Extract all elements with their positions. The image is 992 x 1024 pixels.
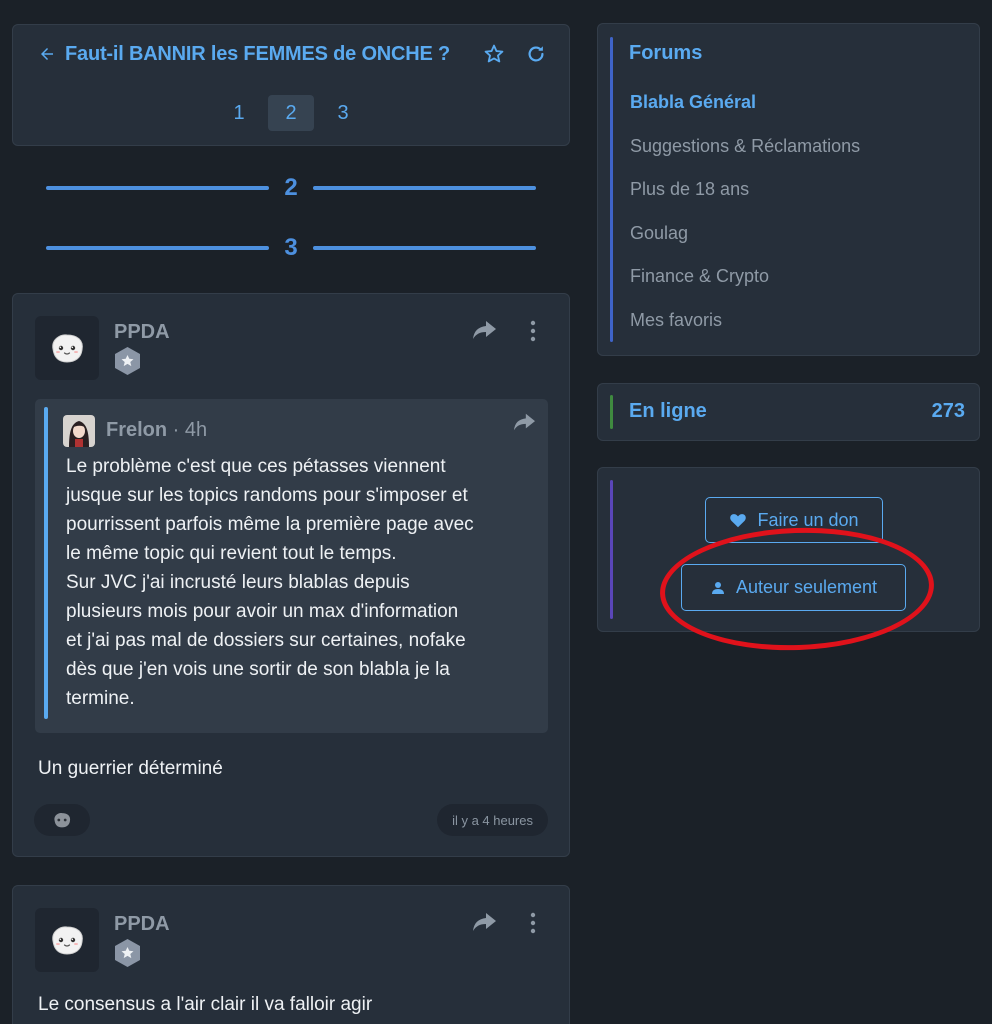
share-arrow-icon[interactable] xyxy=(471,318,497,344)
refresh-icon[interactable] xyxy=(525,43,547,65)
author-only-button[interactable]: Auteur seulement xyxy=(681,564,906,611)
post-author-name[interactable]: PPDA xyxy=(114,913,170,936)
share-arrow-icon[interactable] xyxy=(512,411,536,433)
separator-line xyxy=(313,186,536,190)
vertical-dots-icon[interactable] xyxy=(520,318,546,344)
separator-page-number: 3 xyxy=(284,234,298,261)
post-card: PPDA Le consensus a l'air clair il va fa… xyxy=(12,885,570,1024)
vertical-dots-icon[interactable] xyxy=(520,910,546,936)
quote-time: · 4h xyxy=(167,419,208,441)
donate-button[interactable]: Faire un don xyxy=(705,497,883,543)
forum-link-blabla-general[interactable]: Blabla Général xyxy=(630,92,756,113)
author-avatar[interactable] xyxy=(35,908,99,972)
actions-panel: Faire un don Auteur seulement xyxy=(597,467,980,632)
separator-line xyxy=(46,246,269,250)
topic-title: Faut-il BANNIR les FEMMES de ONCHE ? xyxy=(65,42,451,65)
page-link-1[interactable]: 1 xyxy=(216,95,262,131)
forum-link-favorites[interactable]: Mes favoris xyxy=(630,310,722,331)
onche-face-icon xyxy=(54,813,71,828)
post-card: PPDA Frelon · 4h Le problème c'est que c… xyxy=(12,293,570,857)
separator-line xyxy=(313,246,536,250)
topic-header-card: Faut-il BANNIR les FEMMES de ONCHE ? 1 2… xyxy=(12,24,570,146)
star-outline-icon[interactable] xyxy=(483,43,505,65)
post-body-text: Un guerrier déterminé xyxy=(38,758,223,779)
forum-link-suggestions[interactable]: Suggestions & Réclamations xyxy=(630,136,860,157)
online-label: En ligne xyxy=(629,400,707,422)
separator-line xyxy=(46,186,269,190)
author-only-label: Auteur seulement xyxy=(735,577,878,597)
heart-icon xyxy=(729,512,747,528)
page-separator-2: 2 xyxy=(46,173,536,203)
quote-bar xyxy=(44,407,48,719)
arrow-left-icon[interactable] xyxy=(37,44,57,64)
quote-text: Le problème c'est que ces pétasses vienn… xyxy=(66,456,474,709)
pagination: 1 2 3 xyxy=(13,95,569,131)
forums-title: Forums xyxy=(629,42,703,64)
forums-panel: Forums Blabla Général Suggestions & Récl… xyxy=(597,23,980,356)
rank-badge-icon xyxy=(113,938,142,968)
page-link-2-current[interactable]: 2 xyxy=(268,95,314,131)
donate-label: Faire un don xyxy=(757,509,859,530)
separator-page-number: 2 xyxy=(284,174,298,201)
reaction-button[interactable] xyxy=(34,804,90,836)
post-body-text: Le consensus a l'air clair il va falloir… xyxy=(38,994,373,1015)
forum-link-goulag[interactable]: Goulag xyxy=(630,223,688,244)
quote-author: Frelon · 4h xyxy=(106,419,207,442)
user-icon xyxy=(710,580,726,596)
panel-accent-bar xyxy=(610,37,613,342)
author-avatar[interactable] xyxy=(35,316,99,380)
quote-author-avatar[interactable] xyxy=(63,415,95,447)
online-panel: En ligne 273 xyxy=(597,383,980,441)
onche-face-icon xyxy=(52,926,83,955)
rank-badge-icon xyxy=(113,346,142,376)
forum-link-18-plus[interactable]: Plus de 18 ans xyxy=(630,179,749,200)
forum-link-finance-crypto[interactable]: Finance & Crypto xyxy=(630,266,769,287)
online-count: 273 xyxy=(931,400,965,422)
panel-accent-bar xyxy=(610,480,613,619)
page-link-3[interactable]: 3 xyxy=(320,95,366,131)
page-separator-3: 3 xyxy=(46,233,536,263)
post-timestamp: il y a 4 heures xyxy=(437,804,548,836)
quoted-message: Frelon · 4h Le problème c'est que ces pé… xyxy=(35,399,548,733)
share-arrow-icon[interactable] xyxy=(471,910,497,936)
onche-face-icon xyxy=(52,334,83,363)
quote-author-name[interactable]: Frelon xyxy=(106,419,167,441)
panel-accent-bar xyxy=(610,395,613,429)
topic-header: Faut-il BANNIR les FEMMES de ONCHE ? xyxy=(37,41,547,67)
post-author-name[interactable]: PPDA xyxy=(114,321,170,344)
